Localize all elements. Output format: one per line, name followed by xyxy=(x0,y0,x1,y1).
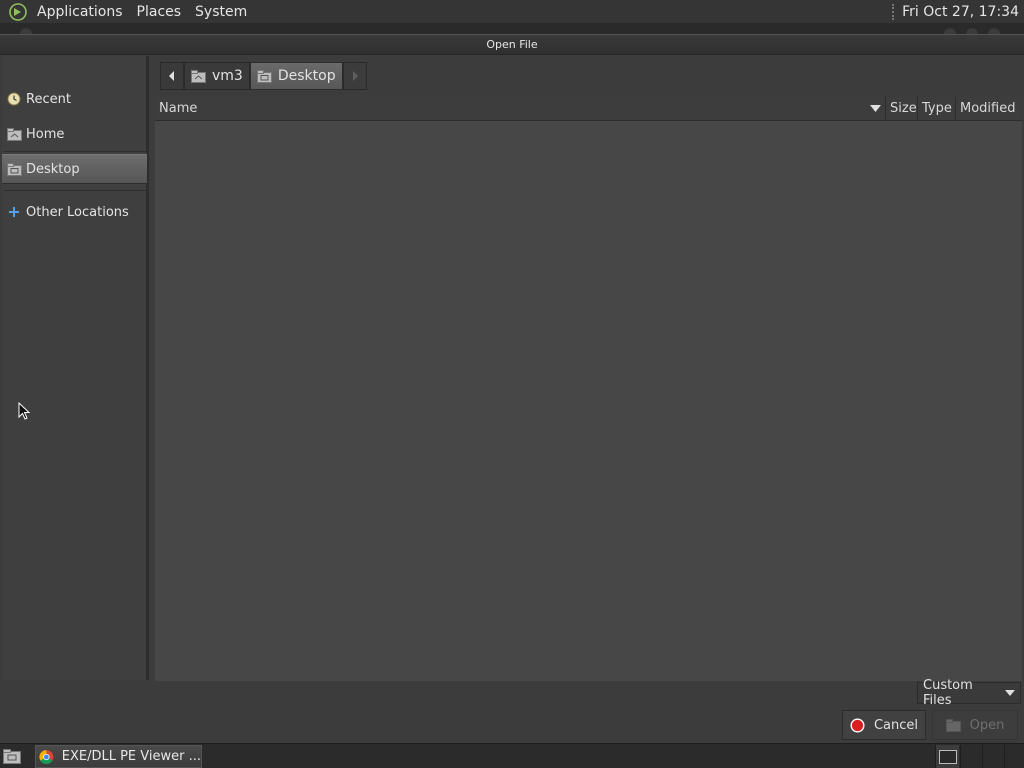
window-thumbnail-icon xyxy=(938,749,957,764)
workspace-1[interactable] xyxy=(935,745,959,768)
chrome-icon xyxy=(39,749,54,764)
column-header-name[interactable]: Name xyxy=(155,97,886,121)
applications-menu[interactable]: Applications xyxy=(30,0,130,24)
stop-icon xyxy=(850,718,865,733)
path-bar: vm3 Desktop xyxy=(160,62,367,90)
mate-logo-icon[interactable] xyxy=(6,0,30,24)
sidebar-item-home[interactable]: Home xyxy=(2,119,147,149)
desktop-folder-icon xyxy=(256,69,272,83)
open-button[interactable]: Open xyxy=(932,710,1018,740)
sidebar-item-label: Other Locations xyxy=(26,204,129,220)
recent-icon xyxy=(6,91,22,107)
cancel-button[interactable]: Cancel xyxy=(842,710,926,740)
dialog-title: Open File xyxy=(0,35,1024,55)
top-panel: Applications Places System Fri Oct 27, 1… xyxy=(0,0,1024,24)
sidebar-item-label: Recent xyxy=(26,91,71,107)
column-header-row: Name Size Type Modified xyxy=(155,97,1022,121)
column-header-type[interactable]: Type xyxy=(918,97,956,121)
home-folder-icon xyxy=(6,126,22,142)
file-list[interactable]: Name Size Type Modified xyxy=(155,97,1022,681)
sidebar-item-recent[interactable]: Recent xyxy=(2,84,147,114)
taskbar-task-pe-viewer[interactable]: EXE/DLL PE Viewer ... xyxy=(35,745,202,768)
places-menu[interactable]: Places xyxy=(130,0,189,24)
open-file-dialog: Open File Recent Home Desktop Other Loca… xyxy=(0,34,1024,742)
sidebar-item-desktop[interactable]: Desktop xyxy=(2,154,147,184)
workspace-2[interactable] xyxy=(960,745,981,768)
path-segment-desktop[interactable]: Desktop xyxy=(249,62,343,90)
panel-grip xyxy=(892,3,896,20)
clock[interactable]: Fri Oct 27, 17:34 xyxy=(902,4,1024,20)
sort-descending-icon xyxy=(870,105,881,112)
chevron-right-icon xyxy=(352,71,358,81)
system-menu[interactable]: System xyxy=(188,0,254,24)
show-desktop-icon[interactable] xyxy=(2,747,22,765)
folder-open-icon xyxy=(945,718,961,732)
chevron-left-icon xyxy=(169,71,174,81)
column-header-size[interactable]: Size xyxy=(886,97,918,121)
sidebar-item-label: Desktop xyxy=(26,161,80,177)
home-folder-icon xyxy=(191,69,206,83)
sidebar-item-label: Home xyxy=(26,126,65,142)
mouse-pointer-icon xyxy=(18,402,30,420)
desktop-folder-icon xyxy=(6,161,22,177)
path-segment-vm3[interactable]: vm3 xyxy=(184,62,250,90)
path-back-button[interactable] xyxy=(160,62,184,90)
sidebar-item-other-locations[interactable]: Other Locations xyxy=(2,197,147,227)
workspace-3[interactable] xyxy=(982,745,1003,768)
places-sidebar: Recent Home Desktop Other Locations xyxy=(2,56,149,680)
path-segment-label: vm3 xyxy=(212,68,243,84)
file-filter-dropdown[interactable]: Custom Files xyxy=(917,678,1021,708)
workspace-4[interactable] xyxy=(1004,745,1024,768)
path-forward-button[interactable] xyxy=(342,62,367,90)
chevron-down-icon xyxy=(1005,689,1015,696)
bottom-panel: EXE/DLL PE Viewer ... xyxy=(0,743,1024,768)
path-segment-label: Desktop xyxy=(277,68,336,84)
column-header-modified[interactable]: Modified xyxy=(956,97,1022,121)
plus-icon xyxy=(6,204,22,220)
